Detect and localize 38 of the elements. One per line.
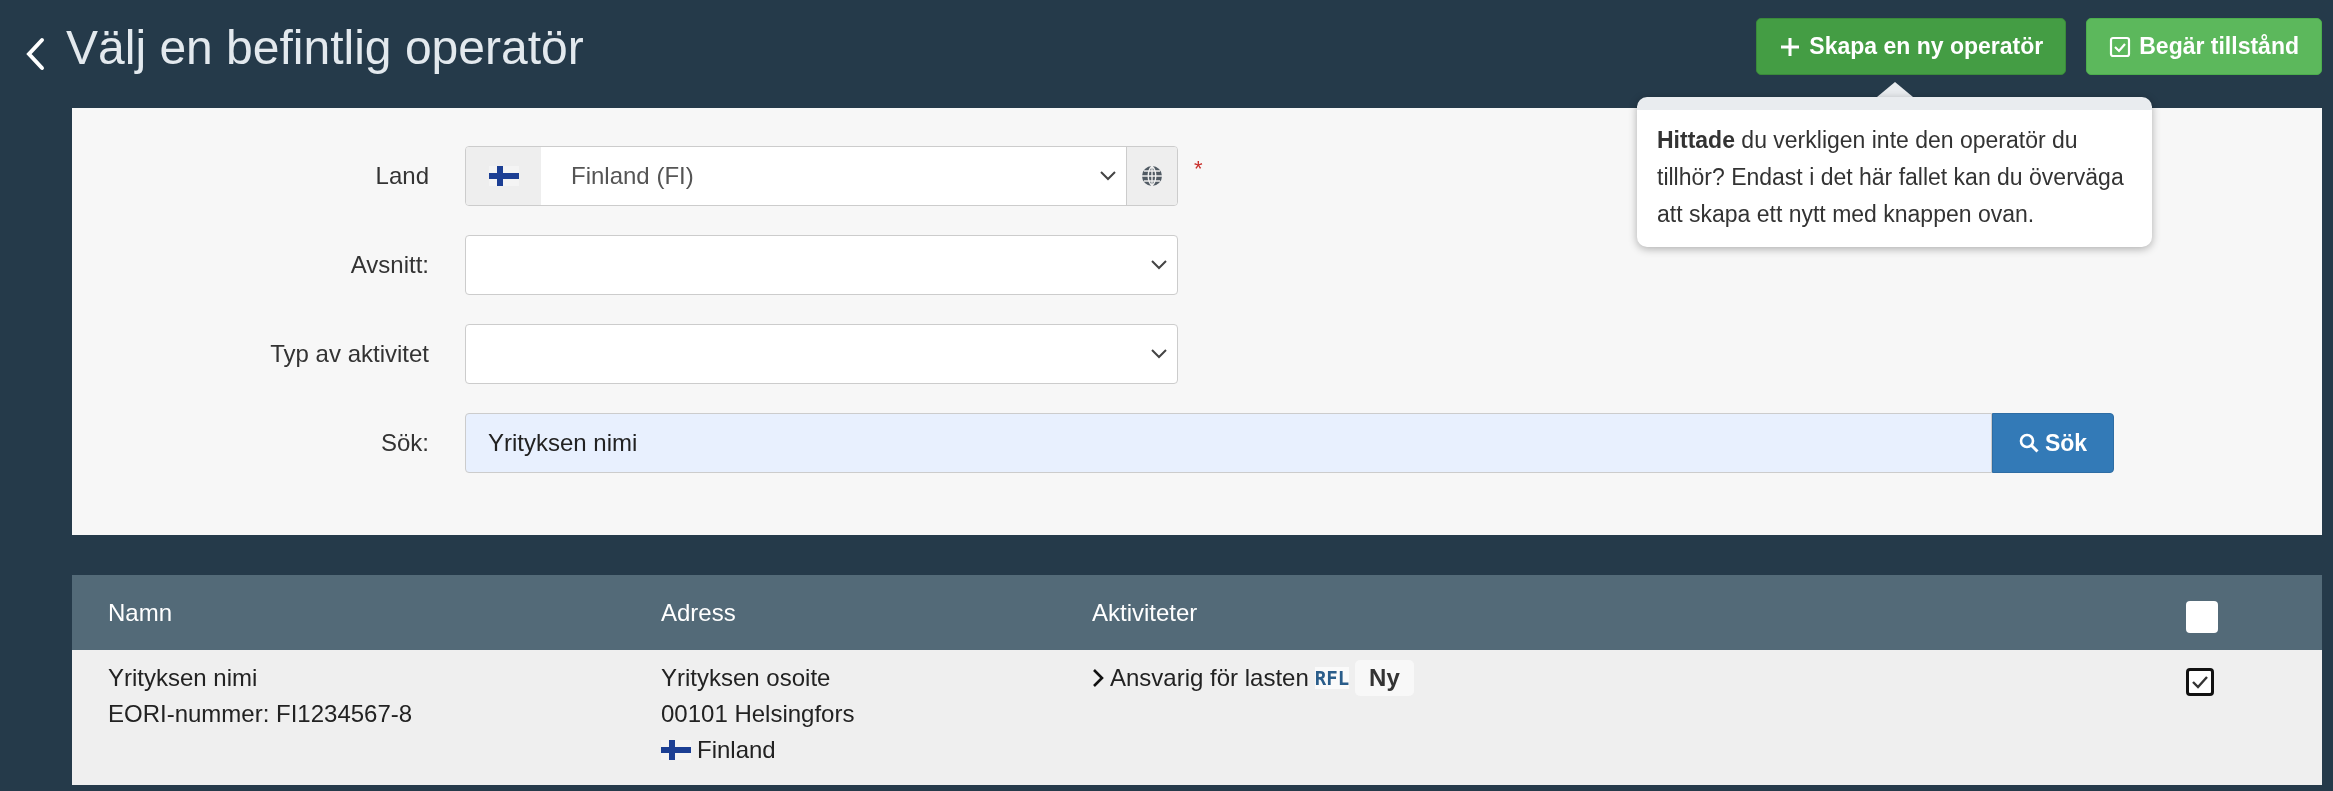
required-mark: * [1194,156,1203,182]
column-header: Namn [108,598,174,627]
page-title: Välj en befintlig operatör [66,19,585,75]
finland-flag-icon [488,166,519,186]
dropdown-field[interactable] [465,324,1178,384]
dropdown-field[interactable] [465,235,1178,295]
field-label: Land [374,162,430,190]
checkbox-icon [2109,35,2132,58]
column-header: Adress [661,598,737,627]
chevron-down-icon [1100,171,1116,181]
search-icon [2018,433,2039,453]
chevron-down-icon [1151,349,1167,359]
company-name: Yrityksen nimi [108,663,259,693]
chevron-down-icon [1151,260,1167,270]
search-field[interactable]: Yrityksen nimi [465,413,1992,473]
tooltip-text: Hittade du verkligen inte den operatör du tillhör? Endast i det här fallet kan du överväga att skapa ett nytt med knappen ovan. [1657,126,2125,229]
status-badge: Ny [1355,660,1414,696]
address-line: Yrityksen osoite [661,663,832,693]
search-button[interactable]: Sök [1992,413,2114,473]
field-label: Sök: [379,429,430,457]
field-label: Avsnitt: [349,251,430,279]
select-value: Finland (FI) [571,162,694,190]
plus-icon [1779,35,1802,58]
chevron-right-icon[interactable] [1092,668,1104,688]
globe-icon [1140,164,1164,188]
table-row[interactable]: Yrityksen nimi EORI-nummer: FI1234567-8 Yrityksen osoite 00101 Helsingfors Finland Ansvarig för lasten RFL Ny [72,650,2322,785]
address-line: 00101 Helsingfors [661,699,856,729]
row-checkbox[interactable] [2186,668,2214,696]
column-header: Aktiviteter [1092,598,1199,627]
finland-flag-icon [661,740,691,760]
country-select[interactable]: Finland (FI) [465,146,1178,206]
back-icon[interactable] [24,37,46,71]
select-all-checkbox[interactable] [2186,600,2218,633]
eori-number: EORI-nummer: FI1234567-8 [108,699,414,729]
activity-name: Ansvarig för lasten [1110,663,1309,693]
activity-code: RFL [1314,667,1350,689]
country-name: Finland [697,735,776,765]
field-label: Typ av aktivitet [269,340,430,368]
